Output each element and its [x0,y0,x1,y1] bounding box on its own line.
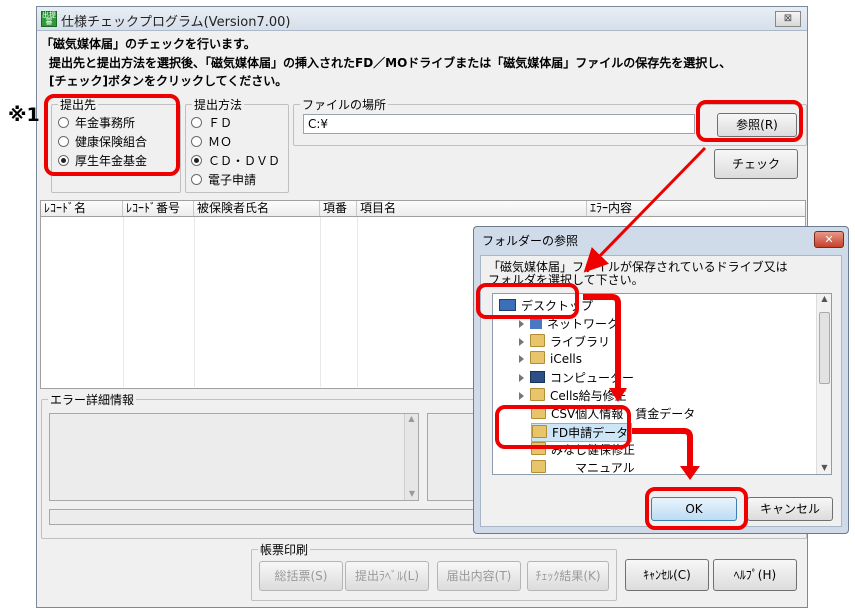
highlight-destination [44,94,180,176]
tree-item-cells-payroll[interactable]: Cells給与修正 [519,387,627,404]
error-detail-text-left[interactable]: ▲ ▼ [49,413,419,501]
dialog-close-button[interactable]: ✕ [814,231,844,248]
highlight-ok [645,487,748,530]
file-location-label: ファイルの場所 [300,96,389,113]
radio-cd-dvd[interactable]: ＣＤ・ＤＶＤ [191,152,280,169]
expand-icon[interactable] [519,392,524,400]
scroll-thumb[interactable] [819,312,830,384]
title-bar: 出提審 仕様チェックプログラム(Version7.00) ⊠ [37,7,807,31]
scroll-down-icon[interactable]: ▼ [817,463,831,472]
method-label: 提出方法 [192,96,245,113]
computer-icon [530,371,545,383]
error-detail-label: エラー詳細情報 [48,391,137,408]
instruction-line-2: 提出先と提出方法を選択後、「磁気媒体届」の挿入されたFD／MOドライブまたは「磁… [49,56,732,70]
report-print-label: 帳票印刷 [258,541,311,558]
col-item-number[interactable]: 項番 [320,201,357,216]
scrollbar[interactable]: ▲ ▼ [404,414,418,500]
tree-item-computer[interactable]: コンピューター [519,369,634,386]
column-divider [194,217,195,387]
folder-icon [531,460,546,473]
expand-icon[interactable] [519,355,524,363]
method-group: 提出方法 ＦＤ ＭＯ ＣＤ・ＤＶＤ 電子申請 [185,96,289,193]
notification-content-button[interactable]: 届出内容(T) [437,561,521,591]
tree-item-manual[interactable]: マニュアル [531,459,635,474]
library-icon [530,334,545,347]
folder-icon [530,388,545,401]
radio-dot-selected [191,155,202,166]
col-record-name[interactable]: ﾚｺｰﾄﾞ名 [41,201,123,216]
radio-dot [191,117,202,128]
summary-sheet-button[interactable]: 総括票(S) [259,561,343,591]
col-item-name[interactable]: 項目名 [357,201,587,216]
col-error-content[interactable]: ｴﾗｰ内容 [587,201,805,216]
help-button[interactable]: ﾍﾙﾌﾟ(H) [713,559,797,591]
scroll-up-icon[interactable]: ▲ [817,294,831,303]
highlight-fd-data [495,405,631,449]
expand-icon[interactable] [519,374,524,382]
check-result-button[interactable]: ﾁｪｯｸ結果(K) [527,561,609,591]
network-icon [530,319,542,329]
expand-icon[interactable] [519,338,524,346]
file-location-input[interactable]: C:¥ [303,114,695,134]
app-icon: 出提審 [41,11,57,27]
user-folder-icon [530,351,545,364]
radio-dot [191,136,202,147]
highlight-desktop [476,283,579,319]
close-button[interactable]: ⊠ [775,11,801,27]
highlight-browse [696,100,803,142]
tree-item-icells[interactable]: iCells [519,351,582,366]
annotation-mark: ※1 [8,104,40,126]
column-divider [123,217,124,387]
col-record-number[interactable]: ﾚｺｰﾄﾞ番号 [123,201,194,216]
error-detail-status [49,509,509,525]
instruction-line-1: 「磁気媒体届」のチェックを行います。 [41,37,256,51]
radio-mo[interactable]: ＭＯ [191,133,232,150]
col-insured-name[interactable]: 被保険者氏名 [194,201,320,216]
tree-scrollbar[interactable]: ▲ ▼ [816,294,831,474]
dialog-cancel-button[interactable]: キャンセル [747,497,833,521]
tree-item-library[interactable]: ライブラリ [519,333,610,350]
radio-electronic[interactable]: 電子申請 [191,171,256,188]
expand-icon[interactable] [519,320,524,328]
check-button[interactable]: チェック [714,149,798,179]
submit-label-button[interactable]: 提出ﾗﾍﾞﾙ(L) [345,561,429,591]
result-list-header: ﾚｺｰﾄﾞ名 ﾚｺｰﾄﾞ番号 被保険者氏名 項番 項目名 ｴﾗｰ内容 [40,200,806,217]
window-title: 仕様チェックプログラム(Version7.00) [61,15,291,30]
instruction-line-3: [チェック]ボタンをクリックしてください。 [49,74,288,88]
column-divider [357,217,358,387]
cancel-button[interactable]: ｷｬﾝｾﾙ(C) [625,559,709,591]
column-divider [320,217,321,387]
dialog-title: フォルダーの参照 [482,234,579,248]
radio-fd[interactable]: ＦＤ [191,114,232,131]
radio-dot [191,174,202,185]
